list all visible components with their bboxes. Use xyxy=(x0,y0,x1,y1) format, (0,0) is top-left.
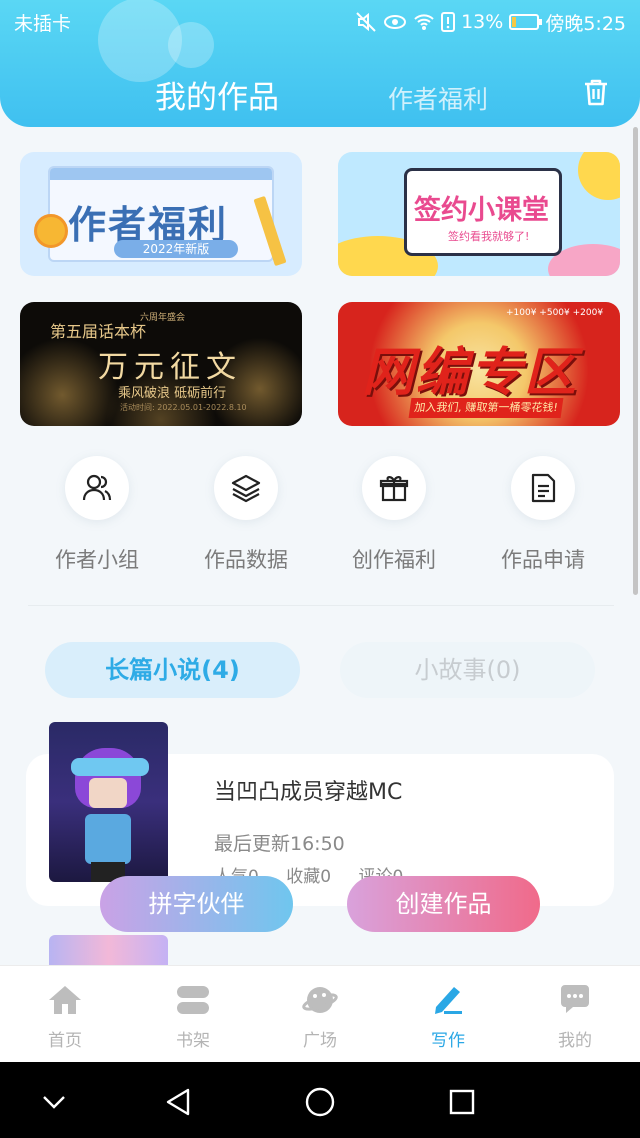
feature-label: 创作福利 xyxy=(352,548,436,572)
banner-title: 签约小课堂 xyxy=(414,195,549,226)
collapse-icon[interactable] xyxy=(34,1082,74,1122)
tab-long-novels[interactable]: 长篇小说(4) xyxy=(45,642,300,698)
battery-fill xyxy=(512,17,516,27)
status-bar: 未插卡 13% 傍晚5:25 xyxy=(14,8,626,36)
banner-tag: 六周年盛会 xyxy=(140,313,186,323)
header: 未插卡 13% 傍晚5:25 我的作品 作者福利 xyxy=(0,0,640,127)
chat-bubble-icon xyxy=(535,982,615,1018)
feature-work-application[interactable]: 作品申请 xyxy=(483,456,603,574)
work-title[interactable]: 当凹凸成员穿越MC xyxy=(214,774,402,806)
back-icon[interactable] xyxy=(158,1082,198,1122)
document-icon xyxy=(511,456,575,520)
stat-favorites: 收藏0 xyxy=(286,867,332,887)
planet-icon xyxy=(280,982,360,1018)
feature-author-group[interactable]: 作者小组 xyxy=(37,456,157,574)
bookshelf-icon xyxy=(153,982,233,1018)
scrollbar[interactable] xyxy=(633,127,638,595)
tab-short-stories[interactable]: 小故事(0) xyxy=(340,642,595,698)
feature-label: 作者小组 xyxy=(55,548,139,572)
feature-work-data[interactable]: 作品数据 xyxy=(186,456,306,574)
carrier-text: 未插卡 xyxy=(14,12,72,35)
banner-signing-class[interactable]: 签约小课堂 签约看我就够了! xyxy=(338,152,620,276)
tab-my-works[interactable]: 我的作品 xyxy=(155,72,279,117)
banner-money: +100¥ +500¥ +200¥ xyxy=(506,308,604,318)
recents-icon[interactable] xyxy=(442,1082,482,1122)
wifi-icon xyxy=(413,12,435,32)
sim-alert-icon xyxy=(441,12,456,32)
banner-subtitle: 签约看我就够了! xyxy=(448,230,530,243)
feature-label: 作品申请 xyxy=(501,548,585,572)
layers-icon xyxy=(214,456,278,520)
nav-bookshelf[interactable]: 书架 xyxy=(153,982,233,1051)
mute-icon xyxy=(355,11,377,33)
banner-title: 网编专区 xyxy=(362,343,579,403)
tab-author-benefits[interactable]: 作者福利 xyxy=(388,80,488,116)
pen-icon xyxy=(408,982,488,1018)
partner-button[interactable]: 拼字伙伴 xyxy=(100,876,293,932)
system-nav-bar xyxy=(0,1062,640,1138)
nav-label: 我的 xyxy=(558,1031,592,1051)
gift-icon xyxy=(362,456,426,520)
home-button-icon[interactable] xyxy=(300,1082,340,1122)
nav-label: 广场 xyxy=(303,1031,337,1051)
clock-illustration xyxy=(34,214,68,248)
clock-text: 傍晚5:25 xyxy=(545,12,626,35)
banner-dates: 活动时间: 2022.05.01-2022.8.10 xyxy=(120,403,247,412)
work-cover-image[interactable] xyxy=(49,935,168,969)
nav-mine[interactable]: 我的 xyxy=(535,982,615,1051)
banner-subtitle: 乘风破浪 砥砺前行 xyxy=(118,386,227,401)
users-icon xyxy=(65,456,129,520)
create-work-button[interactable]: 创建作品 xyxy=(347,876,540,932)
nav-home[interactable]: 首页 xyxy=(25,982,105,1051)
home-icon xyxy=(25,982,105,1018)
work-updated: 最后更新16:50 xyxy=(214,833,345,855)
nav-label: 书架 xyxy=(176,1031,210,1051)
eye-icon xyxy=(383,12,407,32)
work-cover-image[interactable] xyxy=(49,722,168,882)
banner-title-small: 第五届话本杯 xyxy=(50,322,147,341)
banner-author-benefits[interactable]: 作者福利 2022年新版 xyxy=(20,152,302,276)
bottom-nav: 首页 书架 广场 写作 我的 xyxy=(0,965,640,1062)
banner-subtitle: 加入我们, 赚取第一桶零花钱! xyxy=(408,398,564,418)
banner-subtitle: 2022年新版 xyxy=(114,240,238,258)
nav-label: 首页 xyxy=(48,1031,82,1051)
battery-percent: 13% xyxy=(461,11,504,33)
banner-title: 万元征文 xyxy=(98,350,242,385)
banner-essay-contest[interactable]: 六周年盛会 第五届话本杯 万元征文 乘风破浪 砥砺前行 活动时间: 2022.0… xyxy=(20,302,302,426)
trash-icon[interactable] xyxy=(580,76,612,108)
battery-icon xyxy=(509,14,543,30)
nav-writing[interactable]: 写作 xyxy=(408,982,488,1051)
feature-label: 作品数据 xyxy=(204,548,288,572)
feature-creation-benefits[interactable]: 创作福利 xyxy=(334,456,454,574)
nav-square[interactable]: 广场 xyxy=(280,982,360,1051)
banner-editor-zone[interactable]: +100¥ +500¥ +200¥ 网编专区 加入我们, 赚取第一桶零花钱! xyxy=(338,302,620,426)
divider xyxy=(28,605,614,606)
nav-label: 写作 xyxy=(431,1031,465,1051)
